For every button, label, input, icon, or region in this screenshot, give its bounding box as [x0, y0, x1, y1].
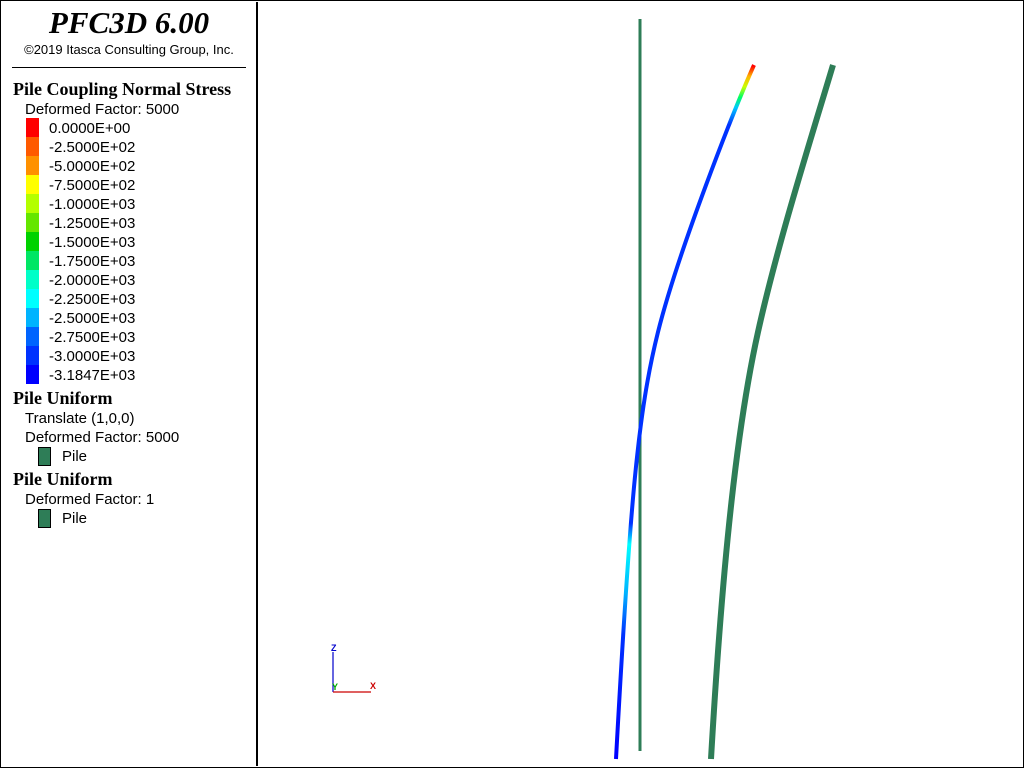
- colorbar-tick-label: -2.5000E+03: [49, 310, 136, 327]
- colorbar-tick-label: -1.7500E+03: [49, 253, 136, 270]
- colorbar-swatch: [26, 175, 39, 194]
- colorbar-swatch: [26, 327, 39, 346]
- colorbar-swatch: [26, 232, 39, 251]
- stress-colorbar-ticks: 0.0000E+00 -2.5000E+02 -5.0000E+02 -7.5000E…: [49, 119, 135, 385]
- pile-color-swatch-2: [38, 509, 51, 528]
- colorbar-swatch: [26, 346, 39, 365]
- uniform-legend-heading-1: Pile Uniform: [13, 388, 113, 408]
- colorbar-tick-label: -7.5000E+02: [49, 177, 136, 194]
- model-scene: Z Y X: [331, 19, 836, 760]
- colorbar-tick-label: -3.0000E+03: [49, 348, 136, 365]
- pile-legend-label-1: Pile: [62, 448, 88, 465]
- x-axis-label: X: [370, 681, 376, 691]
- colorbar-tick-label: -1.5000E+03: [49, 234, 136, 251]
- uniform-translate-text: Translate (1,0,0): [25, 410, 135, 427]
- colorbar-swatch: [26, 213, 39, 232]
- colorbar-tick-label: -5.0000E+02: [49, 158, 136, 175]
- legend-panel: PFC3D 6.00 ©2019 Itasca Consulting Group…: [2, 2, 258, 766]
- stress-colorbar: [26, 118, 39, 384]
- application-window: PFC3D 6.00 ©2019 Itasca Consulting Group…: [0, 0, 1024, 768]
- colorbar-tick-label: -3.1847E+03: [49, 367, 136, 384]
- colorbar-tick-label: -1.0000E+03: [49, 196, 136, 213]
- stress-legend-heading: Pile Coupling Normal Stress: [13, 79, 232, 99]
- colorbar-tick-label: -2.2500E+03: [49, 291, 136, 308]
- pile-color-swatch-1: [38, 447, 51, 466]
- axis-triad: Z Y X: [331, 643, 376, 693]
- colorbar-tick-label: -2.0000E+03: [49, 272, 136, 289]
- stress-deformed-factor: Deformed Factor: 5000: [25, 101, 180, 118]
- translated-deformed-pile: [708, 64, 836, 760]
- colorbar-tick-label: -1.2500E+03: [49, 215, 136, 232]
- colorbar-tick-label: -2.7500E+03: [49, 329, 136, 346]
- colorbar-swatch: [26, 308, 39, 327]
- colorbar-swatch: [26, 289, 39, 308]
- deformed-pile-stress-contour: [614, 64, 756, 760]
- uniform-deformed-factor-2: Deformed Factor: 1: [25, 491, 155, 508]
- pile-legend-label-2: Pile: [62, 510, 88, 527]
- colorbar-swatch: [26, 270, 39, 289]
- uniform-legend-heading-2: Pile Uniform: [13, 469, 113, 489]
- colorbar-swatch: [26, 194, 39, 213]
- colorbar-swatch: [26, 118, 39, 137]
- colorbar-swatch: [26, 365, 39, 384]
- colorbar-tick-label: 0.0000E+00: [49, 120, 131, 137]
- colorbar-swatch: [26, 156, 39, 175]
- z-axis-label: Z: [331, 643, 337, 653]
- colorbar-tick-label: -2.5000E+02: [49, 139, 136, 156]
- uniform-deformed-factor-1: Deformed Factor: 5000: [25, 429, 180, 446]
- colorbar-swatch: [26, 251, 39, 270]
- copyright-text: ©2019 Itasca Consulting Group, Inc.: [24, 42, 234, 57]
- y-axis-label: Y: [332, 682, 338, 692]
- app-title: PFC3D 6.00: [48, 5, 210, 40]
- colorbar-swatch: [26, 137, 39, 156]
- model-viewport[interactable]: Z Y X: [258, 2, 1023, 766]
- title-divider: [12, 67, 246, 68]
